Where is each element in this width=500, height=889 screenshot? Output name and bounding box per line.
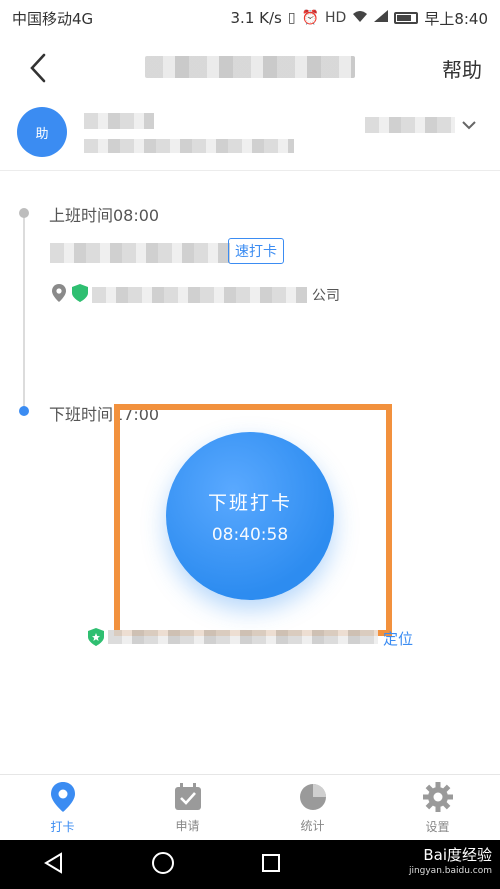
- page-title-redacted: [145, 56, 355, 78]
- relocate-link[interactable]: 定位: [383, 628, 413, 649]
- timeline-dot-off: [19, 406, 29, 416]
- avatar-text: 助: [35, 126, 49, 142]
- tab-punch[interactable]: 打卡: [0, 775, 125, 841]
- back-button[interactable]: [18, 48, 58, 88]
- user-name-redacted: [84, 113, 154, 129]
- date-selector-redacted[interactable]: [365, 117, 455, 133]
- watermark-url: jingyan.baidu.com: [408, 866, 492, 876]
- shift-on-label: 上班时间08:00: [49, 206, 160, 225]
- punch-out-button[interactable]: 下班打卡 08:40:58: [166, 432, 334, 600]
- wifi-icon: [352, 9, 368, 27]
- clock-label: 早上8:40: [424, 9, 488, 28]
- shield-star-icon: [88, 628, 104, 650]
- alarm-icon: ⏰: [301, 10, 319, 26]
- carrier-label: 中国移动4G: [12, 9, 94, 28]
- user-header[interactable]: 助: [0, 105, 500, 165]
- user-department-redacted: [84, 139, 294, 153]
- timeline-dot-on: [19, 208, 29, 218]
- signal-icon: [374, 10, 389, 26]
- status-bar: 中国移动4G 3.1 K/s ▯ ⏰ HD 早上8:40: [0, 0, 500, 36]
- tab-apply[interactable]: 申请: [125, 775, 250, 841]
- shield-icon: [72, 284, 88, 306]
- location-pin-icon: [52, 284, 66, 306]
- location-status-redacted: [108, 630, 378, 644]
- vibrate-icon: ▯: [287, 10, 296, 26]
- watermark-brand: Bai度经验: [423, 846, 492, 864]
- tab-label: 统计: [300, 818, 325, 833]
- nav-home-icon[interactable]: [151, 851, 175, 879]
- tab-label: 打卡: [50, 819, 75, 834]
- battery-icon: [394, 12, 419, 24]
- punch-record-redacted: [50, 243, 230, 263]
- help-button[interactable]: 帮助: [442, 54, 482, 83]
- checkbox-icon: [174, 782, 201, 810]
- location-suffix: 公司: [312, 288, 340, 304]
- watermark: Bai度经验 jingyan.baidu.com: [409, 847, 492, 879]
- tab-label: 申请: [175, 818, 200, 833]
- tab-settings[interactable]: 设置: [375, 775, 500, 841]
- nav-recents-icon[interactable]: [261, 853, 281, 877]
- punch-button-label: 下班打卡: [207, 491, 292, 514]
- nav-back-icon[interactable]: [43, 851, 65, 878]
- tab-stats[interactable]: 统计: [250, 775, 375, 841]
- pie-chart-icon: [299, 783, 326, 810]
- nav-bar: 帮助: [0, 36, 500, 100]
- back-arrow-icon: [30, 53, 46, 83]
- hd-icon: HD: [325, 10, 347, 26]
- chevron-down-icon[interactable]: [462, 115, 476, 134]
- record-tag: 速打卡: [228, 238, 284, 264]
- gear-icon: [422, 781, 453, 812]
- section-divider: [0, 170, 500, 171]
- status-icons: 3.1 K/s ▯ ⏰ HD 早上8:40: [231, 8, 488, 29]
- tab-label: 设置: [425, 819, 450, 834]
- tab-bar: 打卡 申请 统计 设置: [0, 774, 500, 841]
- avatar: 助: [17, 107, 67, 157]
- punch-location-redacted: [92, 287, 307, 303]
- timeline-line: [23, 213, 25, 413]
- location-pin-icon: [50, 781, 75, 812]
- punch-button-time: 08:40:58: [211, 524, 289, 545]
- network-speed: 3.1 K/s: [230, 9, 282, 27]
